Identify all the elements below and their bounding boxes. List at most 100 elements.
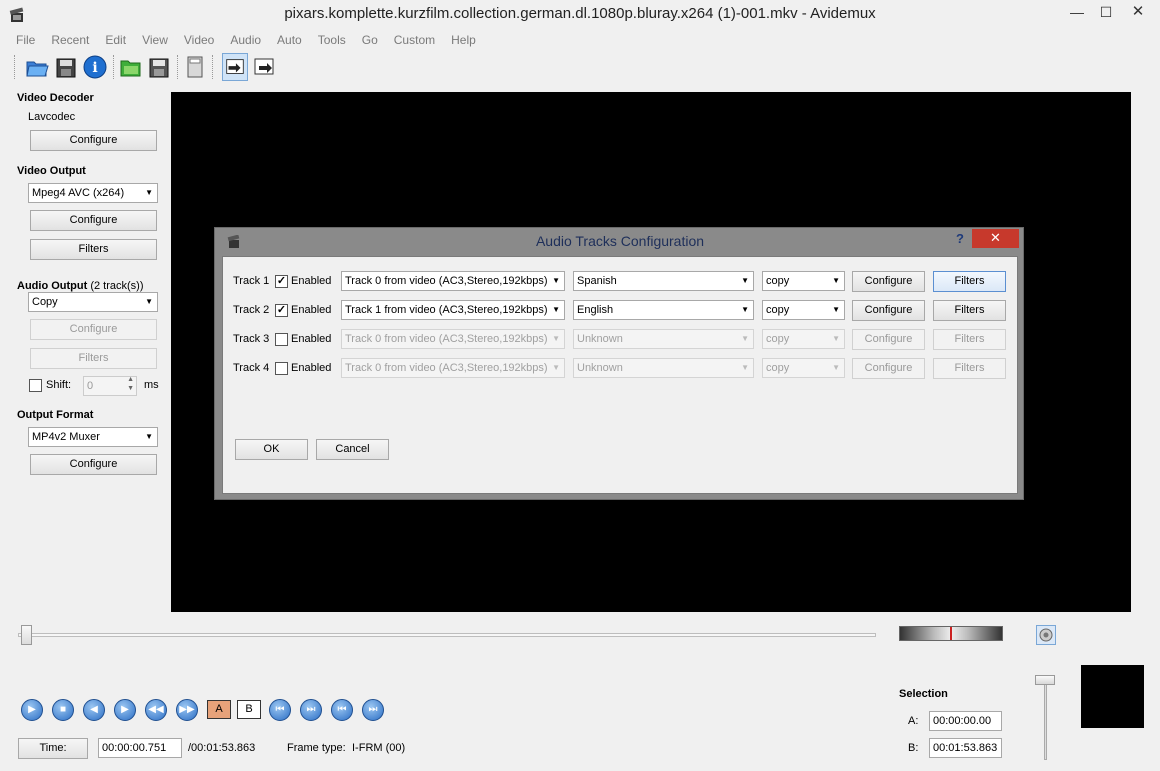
- track-enabled-checkbox[interactable]: [275, 333, 288, 346]
- track-source-select[interactable]: Track 1 from video (AC3,Stereo,192kbps) ▼: [341, 300, 565, 320]
- audio-output-select[interactable]: Copy ▼: [28, 292, 158, 312]
- audio-output-configure-button[interactable]: Configure: [30, 319, 157, 340]
- menu-view[interactable]: View: [134, 31, 176, 49]
- jog-indicator: [950, 627, 952, 640]
- track-configure-button[interactable]: Configure: [852, 271, 925, 292]
- enabled-label: Enabled: [291, 304, 332, 316]
- info-icon[interactable]: i: [82, 53, 108, 81]
- help-button[interactable]: ?: [956, 231, 964, 246]
- video-filters-button[interactable]: Filters: [30, 239, 157, 260]
- set-marker-a-button[interactable]: A: [207, 700, 231, 719]
- track-codec-value: copy: [766, 304, 790, 316]
- track-language-select[interactable]: English ▼: [573, 300, 754, 320]
- position-slider[interactable]: [18, 633, 876, 637]
- maximize-button[interactable]: ☐: [1091, 1, 1121, 25]
- menu-tools[interactable]: Tools: [310, 31, 354, 49]
- position-slider-thumb[interactable]: [21, 625, 32, 645]
- volume-button[interactable]: [1036, 625, 1056, 645]
- track-enabled-checkbox[interactable]: ✓: [275, 304, 288, 317]
- marker-a-time-field[interactable]: 00:00:00.00: [929, 711, 1002, 731]
- output-preview-icon[interactable]: [251, 53, 277, 81]
- volume-slider-thumb[interactable]: [1035, 675, 1055, 685]
- chevron-down-icon: ▼: [552, 276, 560, 285]
- menu-help[interactable]: Help: [443, 31, 484, 49]
- save-project-icon[interactable]: [146, 53, 172, 81]
- go-to-start-icon[interactable]: ⏮: [331, 699, 353, 721]
- output-format-select[interactable]: MP4v2 Muxer ▼: [28, 427, 158, 447]
- chevron-down-icon: ▼: [832, 276, 840, 285]
- track-label: Track 1: [233, 275, 270, 287]
- track-filters-button[interactable]: Filters: [933, 271, 1006, 292]
- speaker-icon: [1039, 628, 1053, 642]
- toolbar-separator: [14, 55, 15, 79]
- track-filters-button[interactable]: Filters: [933, 300, 1006, 321]
- previous-keyframe-icon[interactable]: ◀◀: [145, 699, 167, 721]
- audio-filters-button[interactable]: Filters: [30, 348, 157, 369]
- calculator-icon[interactable]: [182, 53, 208, 81]
- input-preview-icon[interactable]: [222, 53, 248, 81]
- output-format-title: Output Format: [17, 409, 94, 421]
- menu-go[interactable]: Go: [354, 31, 386, 49]
- track-enabled-checkbox[interactable]: [275, 362, 288, 375]
- jog-shuttle[interactable]: [899, 626, 1003, 641]
- previous-frame-icon[interactable]: ◀: [83, 699, 105, 721]
- current-time-field[interactable]: 00:00:00.751: [98, 738, 182, 758]
- stop-icon[interactable]: ■: [52, 699, 74, 721]
- track-language-select[interactable]: Unknown ▼: [573, 358, 754, 378]
- track-codec-select[interactable]: copy ▼: [762, 271, 845, 291]
- track-codec-select[interactable]: copy ▼: [762, 300, 845, 320]
- marker-b-label: B: [245, 703, 253, 715]
- dialog-close-button[interactable]: ✕: [972, 229, 1019, 248]
- track-codec-select[interactable]: copy ▼: [762, 329, 845, 349]
- minimize-button[interactable]: —: [1062, 1, 1092, 25]
- next-keyframe-icon[interactable]: ▶▶: [176, 699, 198, 721]
- track-enabled-checkbox[interactable]: ✓: [275, 275, 288, 288]
- set-marker-b-button[interactable]: B: [237, 700, 261, 719]
- track-source-select[interactable]: Track 0 from video (AC3,Stereo,192kbps) ▼: [341, 358, 565, 378]
- track-configure-button[interactable]: Configure: [852, 358, 925, 379]
- track-source-select[interactable]: Track 0 from video (AC3,Stereo,192kbps) ▼: [341, 329, 565, 349]
- go-to-end-icon[interactable]: ⏭: [362, 699, 384, 721]
- menu-auto[interactable]: Auto: [269, 31, 310, 49]
- menu-audio[interactable]: Audio: [222, 31, 269, 49]
- chevron-down-icon: ▼: [832, 305, 840, 314]
- chevron-down-icon: ▼: [552, 334, 560, 343]
- track-filters-button[interactable]: Filters: [933, 329, 1006, 350]
- shift-value: 0: [87, 380, 94, 392]
- track-source-select[interactable]: Track 0 from video (AC3,Stereo,192kbps) ▼: [341, 271, 565, 291]
- shift-checkbox[interactable]: [29, 379, 42, 392]
- time-button[interactable]: Time:: [18, 738, 88, 759]
- video-output-configure-button[interactable]: Configure: [30, 210, 157, 231]
- save-icon[interactable]: [53, 53, 79, 81]
- menu-file[interactable]: File: [8, 31, 43, 49]
- output-format-configure-button[interactable]: Configure: [30, 454, 157, 475]
- track-configure-button[interactable]: Configure: [852, 329, 925, 350]
- track-configure-button[interactable]: Configure: [852, 300, 925, 321]
- video-output-select[interactable]: Mpeg4 AVC (x264) ▼: [28, 183, 158, 203]
- menu-edit[interactable]: Edit: [97, 31, 134, 49]
- track-language-select[interactable]: Spanish ▼: [573, 271, 754, 291]
- go-to-marker-b-icon[interactable]: ⏭: [300, 699, 322, 721]
- open-folder-icon[interactable]: [24, 53, 50, 81]
- ok-button[interactable]: OK: [235, 439, 308, 460]
- volume-slider[interactable]: [1044, 675, 1047, 760]
- frame-type-label: Frame type:: [287, 742, 346, 754]
- track-source-value: Track 0 from video (AC3,Stereo,192kbps): [345, 333, 548, 345]
- video-decoder-configure-button[interactable]: Configure: [30, 130, 157, 151]
- track-language-select[interactable]: Unknown ▼: [573, 329, 754, 349]
- track-filters-button[interactable]: Filters: [933, 358, 1006, 379]
- close-window-button[interactable]: ✕: [1118, 1, 1158, 25]
- menu-recent[interactable]: Recent: [43, 31, 97, 49]
- marker-b-time-field[interactable]: 00:01:53.863: [929, 738, 1002, 758]
- go-to-marker-a-icon[interactable]: ⏮: [269, 699, 291, 721]
- open-project-icon[interactable]: [118, 53, 144, 81]
- cancel-button[interactable]: Cancel: [316, 439, 389, 460]
- menu-custom[interactable]: Custom: [386, 31, 443, 49]
- shift-input[interactable]: 0 ▲ ▼: [83, 376, 137, 396]
- play-icon[interactable]: ▶: [21, 699, 43, 721]
- track-codec-select[interactable]: copy ▼: [762, 358, 845, 378]
- spinner-arrows-icon[interactable]: ▲ ▼: [127, 375, 134, 393]
- menu-video[interactable]: Video: [176, 31, 222, 49]
- track-label: Track 4: [233, 362, 270, 374]
- next-frame-icon[interactable]: ▶: [114, 699, 136, 721]
